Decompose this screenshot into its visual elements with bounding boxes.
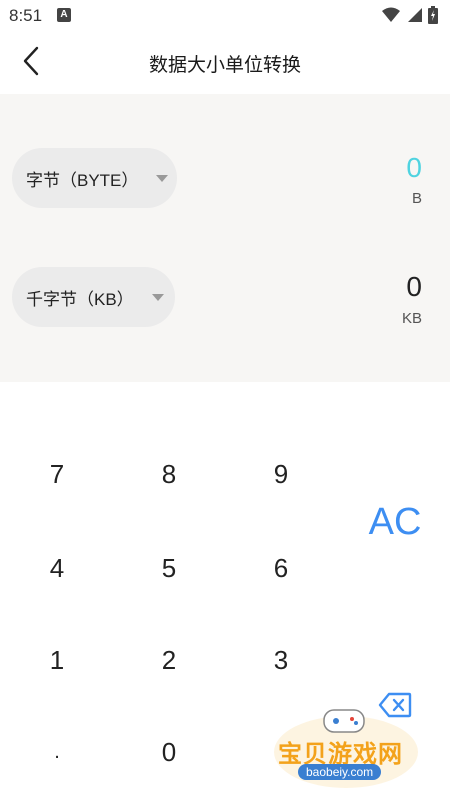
key-dot[interactable]: .: [2, 712, 112, 792]
clear-button[interactable]: AC: [340, 482, 450, 562]
watermark-url: baobeiy.com: [298, 764, 382, 780]
system-icons: [382, 6, 438, 24]
key-6[interactable]: 6: [226, 528, 336, 608]
to-unit-dropdown[interactable]: 千字节（KB）: [12, 267, 175, 327]
chevron-down-icon: [151, 293, 164, 301]
app-header: 数据大小单位转换: [0, 30, 450, 94]
key-7[interactable]: 7: [2, 434, 112, 514]
from-unit-label: 字节（BYTE）: [26, 170, 139, 190]
chevron-down-icon: [156, 174, 169, 182]
battery-icon: [428, 6, 438, 24]
wifi-icon: [382, 7, 400, 22]
from-value-display[interactable]: 0: [406, 152, 422, 184]
page-title: 数据大小单位转换: [148, 55, 301, 76]
key-0[interactable]: 0: [114, 712, 224, 792]
from-unit-dropdown[interactable]: 字节（BYTE）: [12, 148, 177, 208]
converter-panel: 字节（BYTE） 0 B 千字节（KB） 0 KB: [0, 94, 450, 382]
key-3[interactable]: 3: [226, 620, 336, 700]
notification-a-icon: A: [57, 8, 71, 22]
key-8[interactable]: 8: [114, 434, 224, 514]
status-bar: 8:51 A: [0, 0, 450, 30]
key-2[interactable]: 2: [114, 620, 224, 700]
from-unit-abbr: B: [411, 190, 422, 207]
status-time: 8:51: [9, 6, 43, 25]
to-unit-abbr: KB: [401, 310, 422, 327]
signal-icon: [408, 8, 422, 22]
to-value-display[interactable]: 0: [406, 271, 422, 303]
key-1[interactable]: 1: [2, 620, 112, 700]
key-5[interactable]: 5: [114, 528, 224, 608]
to-unit-label: 千字节（KB）: [26, 289, 134, 309]
key-9[interactable]: 9: [226, 434, 336, 514]
key-4[interactable]: 4: [2, 528, 112, 608]
